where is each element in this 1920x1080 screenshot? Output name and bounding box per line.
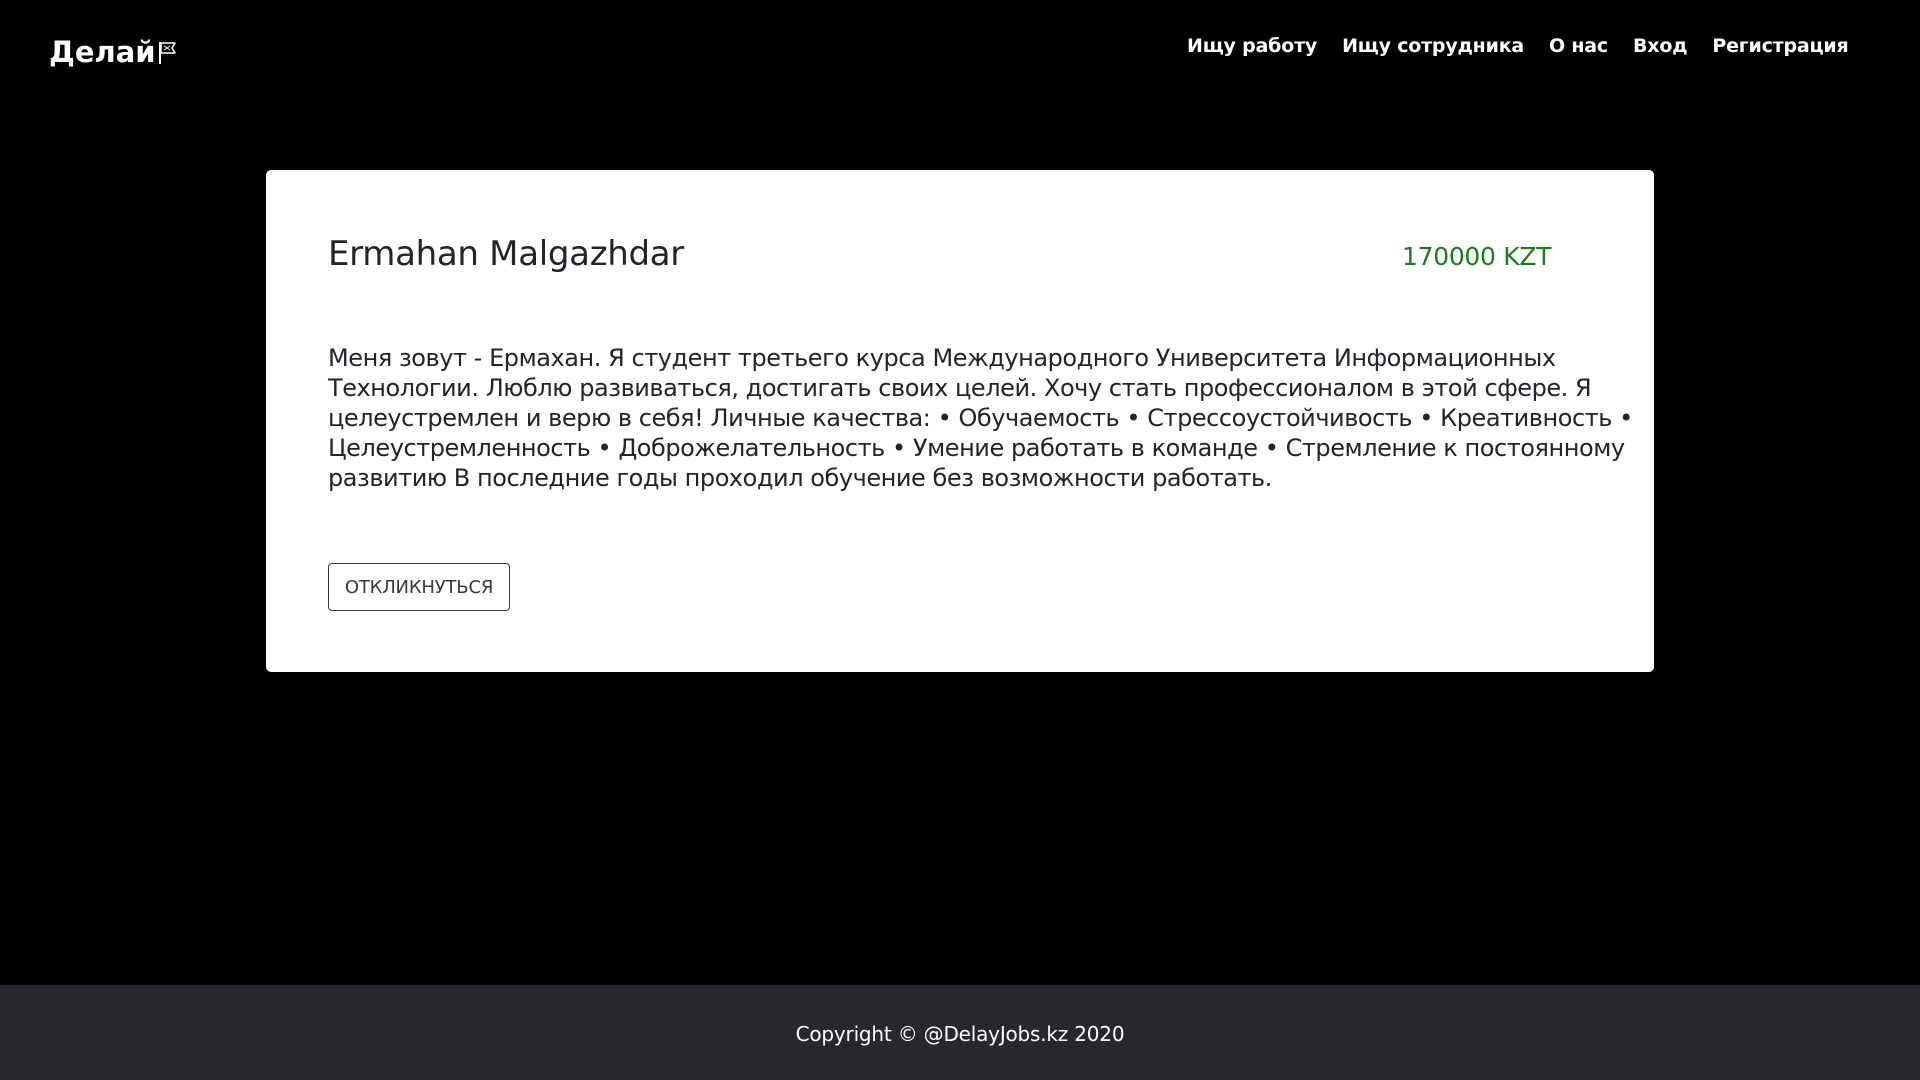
nav-link-register[interactable]: Регистрация [1700, 30, 1861, 62]
brand-name: Делай [49, 35, 156, 69]
brand-logo-link[interactable]: Делай [49, 32, 178, 72]
nav-link-about[interactable]: О нас [1537, 30, 1621, 62]
nav-link-login[interactable]: Вход [1621, 30, 1700, 62]
candidate-name: Ermahan Malgazhdar [328, 234, 684, 274]
respond-button[interactable]: ОТКЛИКНУТЬСЯ [328, 563, 510, 611]
footer: Copyright © @DelayJobs.kz 2020 [0, 985, 1920, 1080]
footer-copyright: Copyright © @DelayJobs.kz 2020 [795, 1021, 1125, 1046]
flag-icon [158, 36, 178, 64]
salary: 170000 KZT [1402, 242, 1552, 271]
resume-card: Ermahan Malgazhdar 170000 KZT Меня зовут… [266, 170, 1654, 672]
page: Делай Ищу работу Ищу сотрудника О нас Вх… [0, 0, 1920, 1080]
nav-links: Ищу работу Ищу сотрудника О нас Вход Рег… [1175, 30, 1861, 62]
navbar: Делай Ищу работу Ищу сотрудника О нас Вх… [0, 0, 1920, 100]
resume-description: Меня зовут - Ермахан. Я студент третьего… [328, 344, 1633, 492]
nav-link-find-job[interactable]: Ищу работу [1175, 30, 1330, 62]
nav-link-find-employee[interactable]: Ищу сотрудника [1330, 30, 1537, 62]
